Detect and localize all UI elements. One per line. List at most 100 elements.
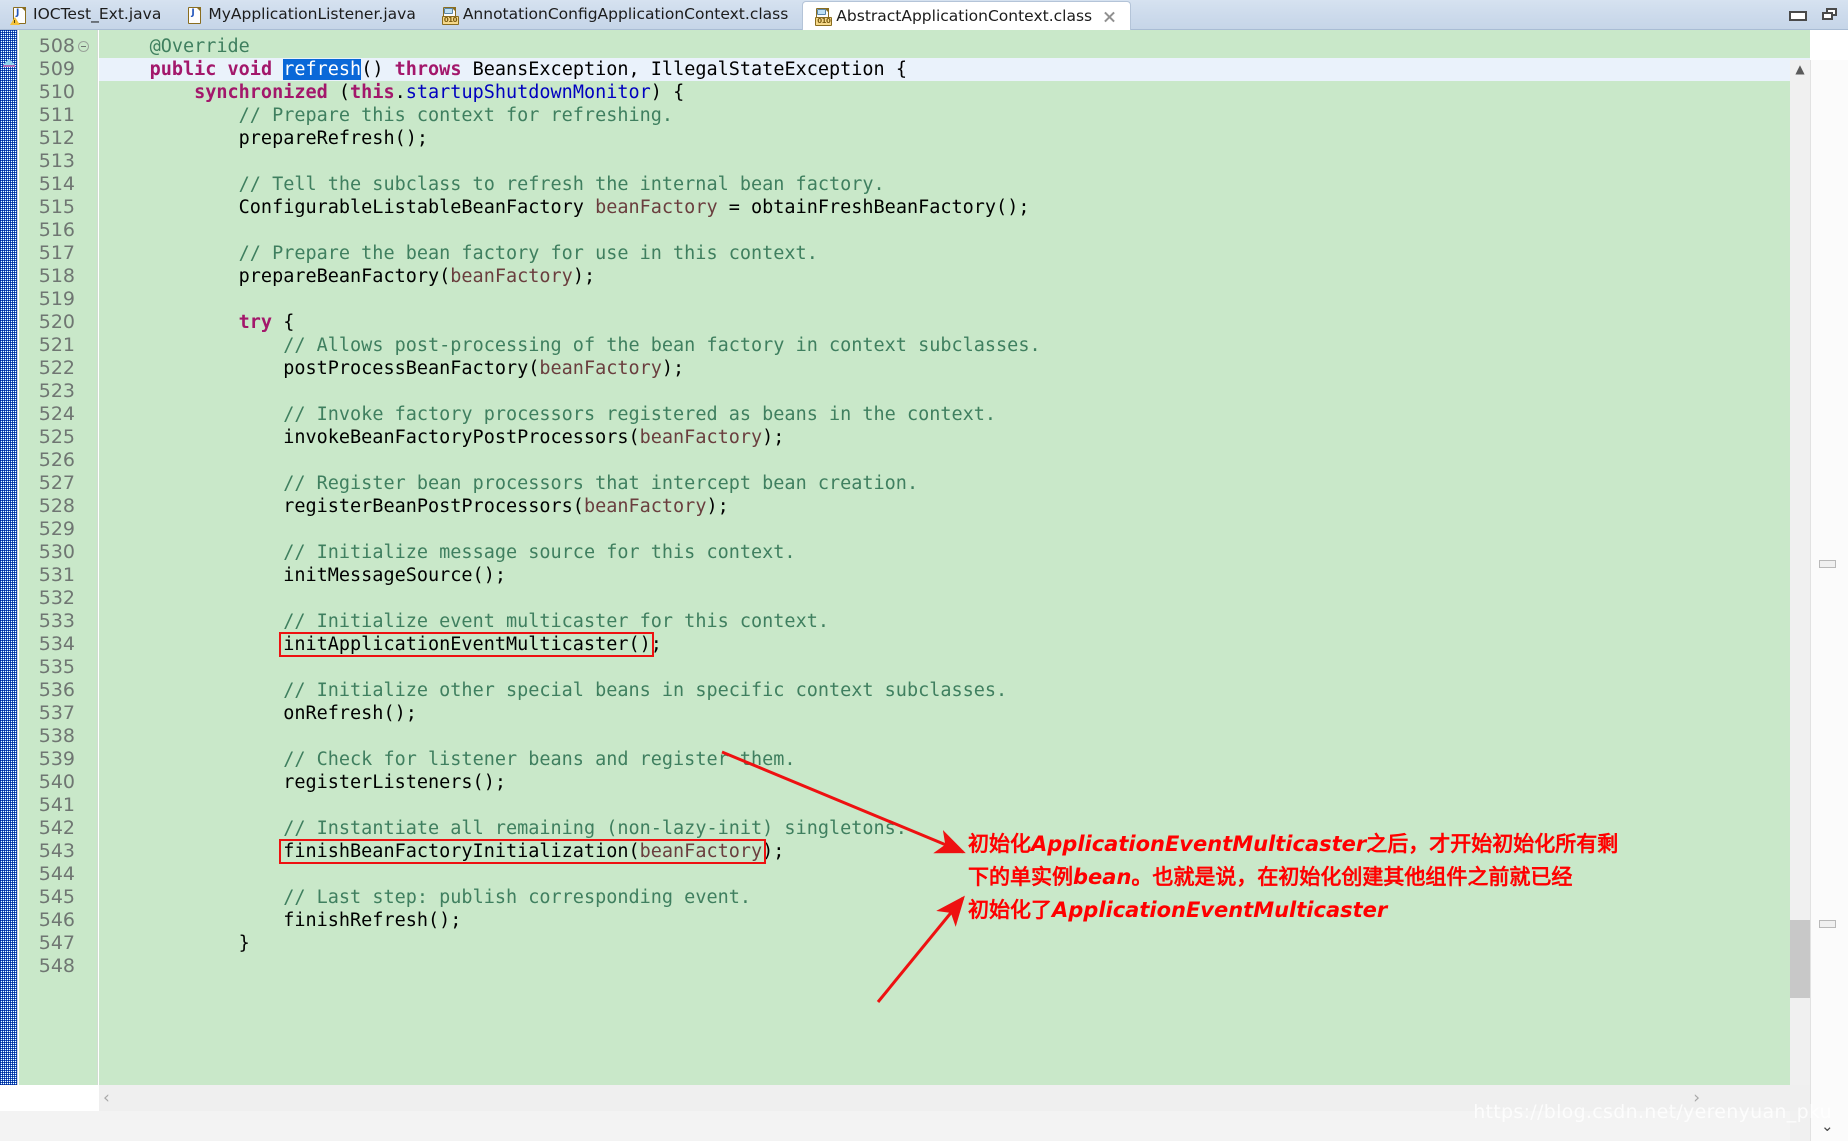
line-number: 513 — [38, 150, 75, 172]
code-line-515[interactable]: ConfigurableListableBeanFactory beanFact… — [105, 196, 1030, 219]
editor-tab-myapplicationlistener-java[interactable]: J MyApplicationListener.java — [175, 0, 430, 30]
code-line-539[interactable]: // Check for listener beans and register… — [105, 748, 795, 771]
code-line-508[interactable]: @Override — [105, 35, 250, 58]
line-number: 516 — [38, 219, 75, 241]
line-number: 539 — [38, 748, 75, 770]
line-number: 543 — [38, 840, 75, 862]
close-icon[interactable] — [1103, 10, 1116, 23]
line-number: 548 — [38, 955, 75, 977]
editor-tabs: J IOCTest_Ext.java J MyApplicationListener.… — [0, 0, 1132, 31]
line-number: 531 — [38, 564, 75, 586]
minimize-icon[interactable] — [1788, 7, 1807, 21]
line-number: 528 — [38, 495, 75, 517]
line-number: 511 — [38, 104, 75, 126]
line-number: 521 — [38, 334, 75, 356]
line-number: 529 — [38, 518, 75, 540]
code-line-509[interactable]: public void refresh() throws BeansExcept… — [105, 58, 907, 81]
code-line-518[interactable]: prepareBeanFactory(beanFactory); — [105, 265, 595, 288]
line-number: 532 — [38, 587, 75, 609]
restore-icon[interactable] — [1822, 7, 1838, 21]
code-line-543[interactable]: finishBeanFactoryInitialization(beanFact… — [105, 840, 784, 863]
overview-marker[interactable] — [1819, 560, 1836, 568]
class-file-icon: 010 — [441, 6, 459, 25]
code-line-534[interactable]: initApplicationEventMulticaster(); — [105, 633, 662, 656]
line-number: 518 — [38, 265, 75, 287]
editor-tab-label: AbstractApplicationContext.class — [836, 6, 1093, 25]
code-line-511[interactable]: // Prepare this context for refreshing. — [105, 104, 673, 127]
code-line-546[interactable]: finishRefresh(); — [105, 909, 461, 932]
line-number: 540 — [38, 771, 75, 793]
code-line-524[interactable]: // Invoke factory processors registered … — [105, 403, 996, 426]
line-number: 525 — [38, 426, 75, 448]
code-line-522[interactable]: postProcessBeanFactory(beanFactory); — [105, 357, 684, 380]
code-line-527[interactable]: // Register bean processors that interce… — [105, 472, 918, 495]
editor-tab-abstractapplicationcontext-class[interactable]: 010 AbstractApplicationContext.class — [802, 1, 1132, 31]
vertical-scrollbar[interactable]: ▲ — [1790, 60, 1810, 1141]
annotation-note: 初始化ApplicationEventMulticaster之后，才开始初始化所… — [968, 828, 1618, 927]
code-line-520[interactable]: try { — [105, 311, 295, 334]
line-number: 535 — [38, 656, 75, 678]
watermark: https://blog.csdn.net/yerenyuan_pku — [1473, 1101, 1832, 1123]
annotation-note-line: 下的单实例bean。也就是说，在初始化创建其他组件之前就已经 — [968, 865, 1573, 889]
scroll-left-arrow[interactable]: ‹ — [103, 1087, 110, 1109]
line-number: 538 — [38, 725, 75, 747]
scroll-up-arrow[interactable]: ▲ — [1790, 60, 1810, 78]
line-number: 519 — [38, 288, 75, 310]
code-line-533[interactable]: // Initialize event multicaster for this… — [105, 610, 829, 633]
line-number: 534 — [38, 633, 75, 655]
line-number: 524 — [38, 403, 75, 425]
line-number: 527 — [38, 472, 75, 494]
java-file-warning-icon: J — [10, 6, 27, 25]
line-number: 517 — [38, 242, 75, 264]
line-number: 523 — [38, 380, 75, 402]
vertical-scrollbar-thumb[interactable] — [1790, 920, 1810, 998]
code-line-536[interactable]: // Initialize other special beans in spe… — [105, 679, 1007, 702]
code-line-542[interactable]: // Instantiate all remaining (non-lazy-i… — [105, 817, 907, 840]
code-line-537[interactable]: onRefresh(); — [105, 702, 417, 725]
editor-tab-annotationconfigapplicationcontext-class[interactable]: 010 AnnotationConfigApplicationContext.cl… — [430, 0, 802, 30]
code-line-514[interactable]: // Tell the subclass to refresh the inte… — [105, 173, 885, 196]
code-line-525[interactable]: invokeBeanFactoryPostProcessors(beanFact… — [105, 426, 784, 449]
annotation-note-line: 初始化ApplicationEventMulticaster之后，才开始初始化所… — [968, 832, 1619, 856]
line-number: 526 — [38, 449, 75, 471]
line-number: 533 — [38, 610, 75, 632]
code-line-540[interactable]: registerListeners(); — [105, 771, 506, 794]
code-line-531[interactable]: initMessageSource(); — [105, 564, 506, 587]
code-surface[interactable]: @Override public void refresh() throws B… — [99, 30, 1810, 1111]
line-number: 537 — [38, 702, 75, 724]
line-number: 530 — [38, 541, 75, 563]
code-line-517[interactable]: // Prepare the bean factory for use in t… — [105, 242, 818, 265]
gutter-bottom-pad — [0, 1085, 99, 1111]
line-number: 514 — [38, 173, 75, 195]
line-number: 520 — [38, 311, 75, 333]
line-number: 536 — [38, 679, 75, 701]
editor-tab-label: IOCTest_Ext.java — [33, 5, 162, 24]
line-number: 546 — [38, 909, 75, 931]
line-number: 509 — [38, 58, 75, 80]
annotation-note-line: 初始化了ApplicationEventMulticaster — [968, 898, 1388, 922]
line-number: 541 — [38, 794, 75, 816]
line-number: 547 — [38, 932, 75, 954]
line-number: 522 — [38, 357, 75, 379]
eclipse-editor-window: J IOCTest_Ext.java J MyApplicationListener.… — [0, 0, 1848, 1141]
line-number: 544 — [38, 863, 75, 885]
editor-tab-label: MyApplicationListener.java — [208, 5, 416, 24]
overview-ruler[interactable]: ⌄ — [1810, 60, 1848, 1141]
line-number: 542 — [38, 817, 75, 839]
class-file-icon: 010 — [815, 8, 833, 26]
line-number: 512 — [38, 127, 75, 149]
editor-tab-ioctest-ext-java[interactable]: J IOCTest_Ext.java — [0, 0, 175, 30]
code-line-521[interactable]: // Allows post-processing of the bean fa… — [105, 334, 1040, 357]
code-line-528[interactable]: registerBeanPostProcessors(beanFactory); — [105, 495, 729, 518]
editor-tab-label: AnnotationConfigApplicationContext.class — [462, 5, 789, 24]
code-line-512[interactable]: prepareRefresh(); — [105, 127, 428, 150]
code-fold-toggle[interactable] — [78, 41, 89, 52]
override-annotation-marker[interactable] — [3, 57, 15, 68]
window-controls — [1788, 7, 1838, 21]
java-file-icon: J — [187, 6, 202, 24]
code-line-530[interactable]: // Initialize message source for this co… — [105, 541, 795, 564]
code-line-545[interactable]: // Last step: publish corresponding even… — [105, 886, 751, 909]
code-line-547[interactable]: } — [105, 932, 250, 955]
code-line-510[interactable]: synchronized (this.startupShutdownMonito… — [105, 81, 684, 104]
overview-marker[interactable] — [1819, 920, 1836, 928]
